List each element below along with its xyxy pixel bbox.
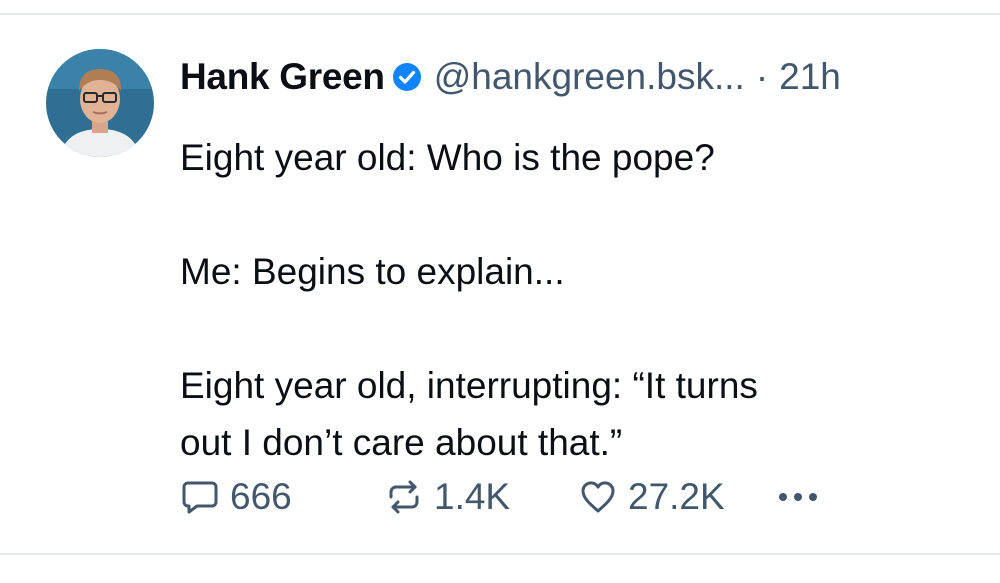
post-body: Eight year old: Who is the pope? Me: Beg… — [180, 129, 970, 471]
post-timestamp[interactable]: 21h — [779, 53, 841, 101]
like-count: 27.2K — [628, 476, 725, 517]
heart-icon — [578, 477, 618, 517]
post-text-line — [180, 300, 970, 357]
post-text-line — [180, 186, 970, 243]
verified-check-icon — [392, 62, 422, 92]
bottom-divider — [0, 553, 1000, 555]
like-button[interactable]: 27.2K — [578, 473, 725, 521]
post-card[interactable]: Hank Green @hankgreen.bsk... · 21h Eight… — [0, 15, 1000, 553]
post-actions: 666 1.4K 27.2K — [180, 473, 940, 521]
repost-count: 1.4K — [434, 476, 511, 517]
author-avatar[interactable] — [46, 49, 154, 157]
post-text-line: Me: Begins to explain... — [180, 251, 565, 292]
more-options-button[interactable] — [774, 473, 822, 521]
header-separator: · — [755, 56, 769, 97]
post-text-line: Eight year old: Who is the pope? — [180, 137, 715, 178]
reply-count: 666 — [230, 476, 292, 517]
avatar-image — [46, 49, 154, 157]
repost-button[interactable]: 1.4K — [384, 473, 510, 521]
ellipsis-icon — [774, 477, 822, 517]
post-text-line: out I don’t care about that.” — [180, 422, 623, 463]
reply-button[interactable]: 666 — [180, 473, 292, 521]
speech-bubble-icon — [180, 477, 220, 517]
author-display-name[interactable]: Hank Green — [180, 53, 385, 101]
author-handle[interactable]: @hankgreen.bsk... — [434, 53, 745, 101]
post-header: Hank Green @hankgreen.bsk... · 21h — [180, 53, 841, 101]
post-text-line: Eight year old, interrupting: “It turns — [180, 365, 758, 406]
repost-arrows-icon — [384, 477, 424, 517]
